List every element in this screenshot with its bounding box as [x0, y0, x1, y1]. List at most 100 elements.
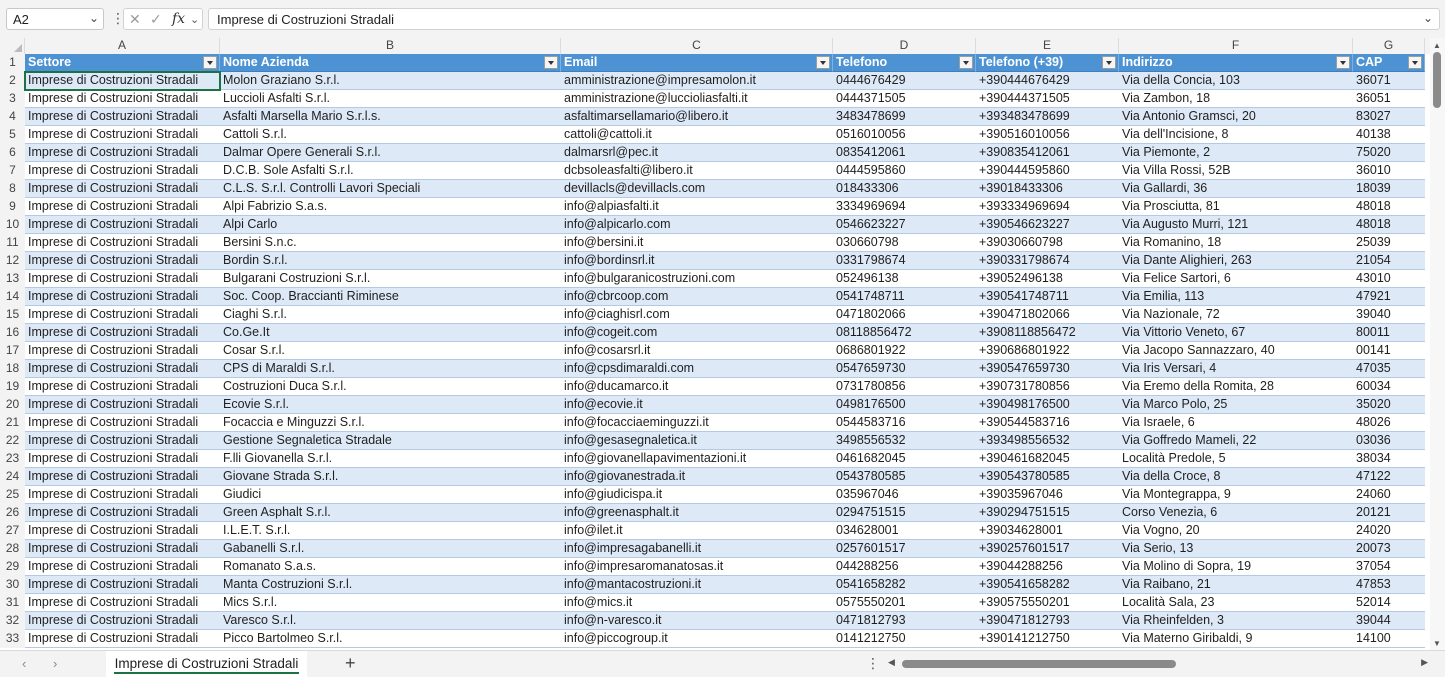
- table-cell[interactable]: Via Emilia, 113: [1119, 288, 1353, 306]
- table-cell[interactable]: C.L.S. S.r.l. Controlli Lavori Speciali: [220, 180, 561, 198]
- table-cell[interactable]: Via Romanino, 18: [1119, 234, 1353, 252]
- table-cell[interactable]: 24060: [1353, 486, 1425, 504]
- table-cell[interactable]: info@ciaghisrl.com: [561, 306, 833, 324]
- table-cell[interactable]: Via Gallardi, 36: [1119, 180, 1353, 198]
- table-cell[interactable]: info@cogeit.com: [561, 324, 833, 342]
- chevron-down-icon[interactable]: ⌄: [190, 13, 199, 26]
- table-cell[interactable]: Corso Venezia, 6: [1119, 504, 1353, 522]
- table-cell[interactable]: 60034: [1353, 378, 1425, 396]
- header-cell[interactable]: Telefono: [833, 54, 976, 72]
- filter-dropdown-icon[interactable]: [544, 56, 558, 69]
- table-cell[interactable]: F.lli Giovanella S.r.l.: [220, 450, 561, 468]
- table-cell[interactable]: Via Prosciutta, 81: [1119, 198, 1353, 216]
- table-cell[interactable]: 0444676429: [833, 72, 976, 90]
- table-cell[interactable]: 0835412061: [833, 144, 976, 162]
- row-number[interactable]: 30: [0, 576, 25, 594]
- table-cell[interactable]: Imprese di Costruzioni Stradali: [25, 522, 220, 540]
- row-number[interactable]: 19: [0, 378, 25, 396]
- table-cell[interactable]: 0575550201: [833, 594, 976, 612]
- table-cell[interactable]: 47921: [1353, 288, 1425, 306]
- table-cell[interactable]: info@cbrcoop.com: [561, 288, 833, 306]
- table-cell[interactable]: 39044: [1353, 612, 1425, 630]
- table-cell[interactable]: Varesco S.r.l.: [220, 612, 561, 630]
- table-cell[interactable]: Imprese di Costruzioni Stradali: [25, 198, 220, 216]
- row-number[interactable]: 22: [0, 432, 25, 450]
- table-cell[interactable]: +390541748711: [976, 288, 1119, 306]
- row-number[interactable]: 9: [0, 198, 25, 216]
- column-header[interactable]: A: [25, 38, 220, 54]
- header-cell[interactable]: Settore: [25, 54, 220, 72]
- table-cell[interactable]: Asfalti Marsella Mario S.r.l.s.: [220, 108, 561, 126]
- chevron-down-icon[interactable]: ⌄: [89, 11, 99, 25]
- table-cell[interactable]: I.L.E.T. S.r.l.: [220, 522, 561, 540]
- table-cell[interactable]: 0541658282: [833, 576, 976, 594]
- table-cell[interactable]: D.C.B. Sole Asfalti S.r.l.: [220, 162, 561, 180]
- table-cell[interactable]: 0543780585: [833, 468, 976, 486]
- scroll-down-icon[interactable]: ▼: [1433, 639, 1441, 648]
- table-cell[interactable]: amministrazione@luccioliasfalti.it: [561, 90, 833, 108]
- table-cell[interactable]: 75020: [1353, 144, 1425, 162]
- table-cell[interactable]: 18039: [1353, 180, 1425, 198]
- row-number[interactable]: 15: [0, 306, 25, 324]
- table-cell[interactable]: Imprese di Costruzioni Stradali: [25, 180, 220, 198]
- table-cell[interactable]: 0544583716: [833, 414, 976, 432]
- table-cell[interactable]: Molon Graziano S.r.l.: [220, 72, 561, 90]
- table-cell[interactable]: Via Dante Alighieri, 263: [1119, 252, 1353, 270]
- table-cell[interactable]: info@gesasegnaletica.it: [561, 432, 833, 450]
- row-number[interactable]: 12: [0, 252, 25, 270]
- select-all-corner[interactable]: [0, 38, 25, 54]
- table-cell[interactable]: 030660798: [833, 234, 976, 252]
- table-cell[interactable]: Picco Bartolmeo S.r.l.: [220, 630, 561, 648]
- table-cell[interactable]: Via Nazionale, 72: [1119, 306, 1353, 324]
- table-cell[interactable]: info@giudicispa.it: [561, 486, 833, 504]
- table-cell[interactable]: 52014: [1353, 594, 1425, 612]
- table-cell[interactable]: dalmarsrl@pec.it: [561, 144, 833, 162]
- table-cell[interactable]: info@mics.it: [561, 594, 833, 612]
- table-cell[interactable]: Imprese di Costruzioni Stradali: [25, 162, 220, 180]
- table-cell[interactable]: 35020: [1353, 396, 1425, 414]
- table-cell[interactable]: info@mantacostruzioni.it: [561, 576, 833, 594]
- row-number[interactable]: 25: [0, 486, 25, 504]
- table-cell[interactable]: Via Felice Sartori, 6: [1119, 270, 1353, 288]
- table-cell[interactable]: Imprese di Costruzioni Stradali: [25, 630, 220, 648]
- row-number[interactable]: 29: [0, 558, 25, 576]
- cancel-icon[interactable]: ✕: [129, 11, 141, 28]
- table-cell[interactable]: +390461682045: [976, 450, 1119, 468]
- table-cell[interactable]: Via Vogno, 20: [1119, 522, 1353, 540]
- table-cell[interactable]: 38034: [1353, 450, 1425, 468]
- table-cell[interactable]: +390444676429: [976, 72, 1119, 90]
- table-cell[interactable]: info@ecovie.it: [561, 396, 833, 414]
- table-cell[interactable]: Via Serio, 13: [1119, 540, 1353, 558]
- table-cell[interactable]: Imprese di Costruzioni Stradali: [25, 378, 220, 396]
- row-number[interactable]: 10: [0, 216, 25, 234]
- table-cell[interactable]: 3334969694: [833, 198, 976, 216]
- table-cell[interactable]: asfaltimarsellamario@libero.it: [561, 108, 833, 126]
- table-cell[interactable]: Giovane Strada S.r.l.: [220, 468, 561, 486]
- table-cell[interactable]: Alpi Carlo: [220, 216, 561, 234]
- table-cell[interactable]: Alpi Fabrizio S.a.s.: [220, 198, 561, 216]
- table-cell[interactable]: +3908118856472: [976, 324, 1119, 342]
- table-cell[interactable]: Bersini S.n.c.: [220, 234, 561, 252]
- column-header[interactable]: F: [1119, 38, 1353, 54]
- table-cell[interactable]: Luccioli Asfalti S.r.l.: [220, 90, 561, 108]
- table-cell[interactable]: Via Vittorio Veneto, 67: [1119, 324, 1353, 342]
- table-cell[interactable]: +390257601517: [976, 540, 1119, 558]
- filter-dropdown-icon[interactable]: [816, 56, 830, 69]
- table-cell[interactable]: 20073: [1353, 540, 1425, 558]
- table-cell[interactable]: +390471802066: [976, 306, 1119, 324]
- row-number[interactable]: 6: [0, 144, 25, 162]
- row-number[interactable]: 13: [0, 270, 25, 288]
- formula-input[interactable]: Imprese di Costruzioni Stradali ⌄: [208, 8, 1440, 30]
- header-cell[interactable]: Email: [561, 54, 833, 72]
- table-cell[interactable]: 0516010056: [833, 126, 976, 144]
- row-number[interactable]: 1: [0, 54, 25, 72]
- table-cell[interactable]: Imprese di Costruzioni Stradali: [25, 504, 220, 522]
- table-cell[interactable]: 48018: [1353, 198, 1425, 216]
- table-cell[interactable]: dcbsoleasfalti@libero.it: [561, 162, 833, 180]
- row-number[interactable]: 31: [0, 594, 25, 612]
- table-cell[interactable]: 48018: [1353, 216, 1425, 234]
- table-cell[interactable]: info@cosarsrl.it: [561, 342, 833, 360]
- table-cell[interactable]: Via Israele, 6: [1119, 414, 1353, 432]
- more-vertical-icon[interactable]: ⋮: [866, 655, 880, 672]
- table-cell[interactable]: info@ilet.it: [561, 522, 833, 540]
